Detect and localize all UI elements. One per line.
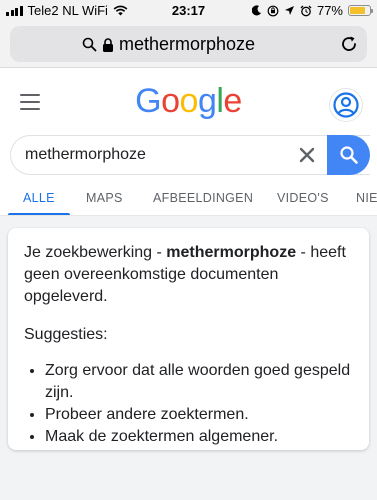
- search-tabs: ALLE MAPS AFBEELDINGEN VIDEO'S NIE: [0, 180, 377, 216]
- address-text: methermorphoze: [118, 34, 256, 54]
- list-item: Probeer andere zoektermen.: [45, 404, 353, 426]
- search-button[interactable]: [327, 135, 370, 175]
- tab-all[interactable]: ALLE: [23, 191, 55, 205]
- location-icon: [284, 6, 294, 15]
- list-item: Maak de zoektermen algemener.: [45, 426, 353, 448]
- moon-icon: [251, 5, 261, 16]
- no-results-message: Je zoekbewerking - methermorphoze - heef…: [24, 242, 353, 308]
- logo-letter: o: [161, 82, 180, 120]
- status-right: 77%: [251, 3, 373, 18]
- suggestions-title: Suggesties:: [24, 326, 108, 343]
- list-item: Zorg ervoor dat alle woorden goed gespel…: [45, 360, 353, 404]
- lock-icon: [102, 37, 113, 52]
- address-bar[interactable]: methermorphoze: [10, 26, 367, 62]
- address-content: methermorphoze: [10, 34, 327, 55]
- account-icon: [333, 92, 359, 118]
- search-icon: [339, 146, 358, 164]
- google-logo[interactable]: Google: [0, 82, 377, 121]
- battery-icon: [348, 5, 373, 16]
- clear-icon[interactable]: [298, 146, 316, 164]
- logo-letter: g: [197, 82, 217, 120]
- no-results-card: Je zoekbewerking - methermorphoze - heef…: [8, 228, 369, 450]
- query-term: methermorphoze: [166, 244, 297, 261]
- tab-maps[interactable]: MAPS: [86, 191, 123, 205]
- search-icon: [82, 37, 97, 52]
- reload-icon[interactable]: [339, 34, 359, 54]
- battery-level: [350, 7, 365, 14]
- logo-letter: G: [135, 82, 162, 120]
- battery-percent: 77%: [316, 3, 343, 18]
- tab-images[interactable]: AFBEELDINGEN: [153, 191, 253, 205]
- browser-toolbar: methermorphoze: [0, 22, 377, 68]
- status-bar: Tele2 NL WiFi 23:17 77%: [0, 0, 377, 22]
- page-footer-area: [0, 460, 377, 500]
- tab-news[interactable]: NIE: [356, 191, 377, 205]
- alarm-icon: [300, 5, 312, 16]
- rotation-lock-icon: [267, 5, 279, 16]
- message-prefix: Je zoekbewerking -: [24, 244, 167, 261]
- suggestions-list: Zorg ervoor dat alle woorden goed gespel…: [24, 360, 353, 448]
- logo-letter: e: [223, 82, 242, 120]
- search-input[interactable]: [25, 136, 295, 174]
- account-button[interactable]: [329, 88, 363, 122]
- logo-letter: o: [179, 82, 199, 120]
- tab-videos[interactable]: VIDEO'S: [277, 191, 329, 205]
- google-header: Google: [0, 68, 377, 138]
- search-box: [10, 135, 370, 175]
